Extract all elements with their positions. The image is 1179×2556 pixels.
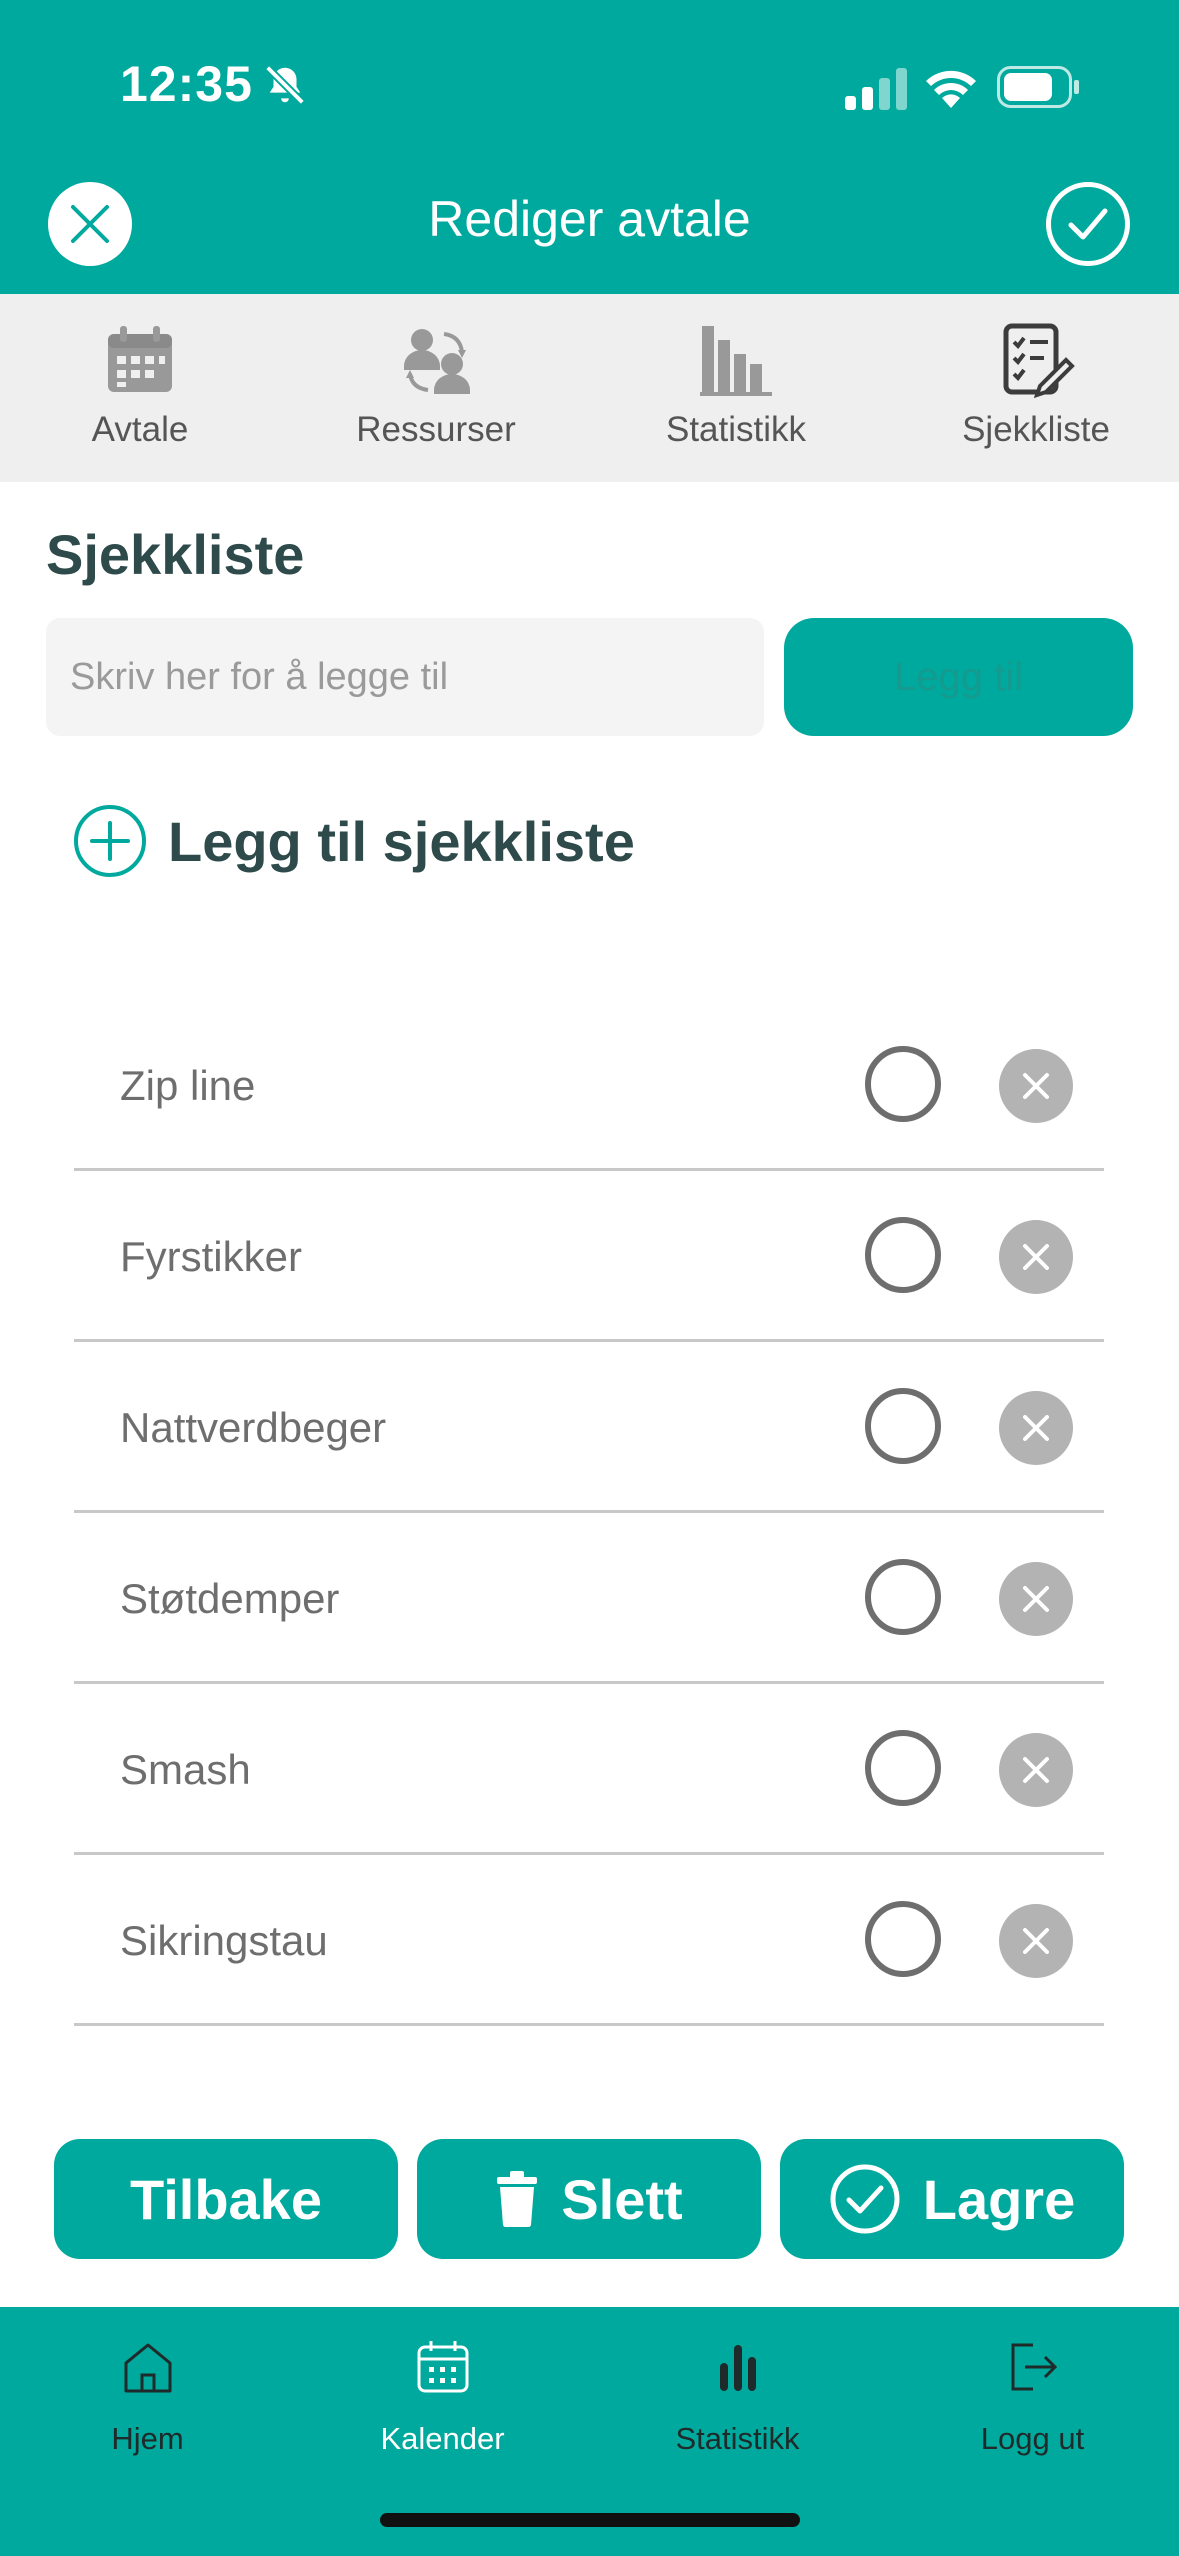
item-label: Zip line bbox=[120, 1062, 256, 1109]
item-label: Nattverdbeger bbox=[120, 1404, 387, 1451]
calendar-icon bbox=[417, 2341, 468, 2393]
close-icon bbox=[1023, 1415, 1049, 1441]
nav-label: Logg ut bbox=[980, 2421, 1085, 2456]
item-delete-button[interactable] bbox=[999, 1904, 1073, 1978]
list-item: Fyrstikker bbox=[74, 1171, 1104, 1342]
plus-circle-icon bbox=[74, 805, 146, 877]
item-label: Smash bbox=[120, 1746, 251, 1793]
confirm-button[interactable] bbox=[1046, 182, 1130, 266]
check-circle-icon bbox=[829, 2163, 901, 2235]
add-item-button[interactable]: Legg til bbox=[784, 618, 1133, 736]
wifi-icon bbox=[926, 70, 976, 108]
list-item: Smash bbox=[74, 1684, 1104, 1855]
checklist-icon bbox=[1003, 323, 1075, 399]
item-delete-button[interactable] bbox=[999, 1391, 1073, 1465]
item-delete-button[interactable] bbox=[999, 1562, 1073, 1636]
nav-label: Hjem bbox=[111, 2421, 184, 2456]
item-check-toggle[interactable] bbox=[865, 1559, 941, 1635]
nav-item-hjem[interactable]: Hjem bbox=[0, 2307, 295, 2507]
close-icon bbox=[1023, 1586, 1049, 1612]
tab-statistikk[interactable]: Statistikk bbox=[596, 294, 876, 482]
tab-sjekkliste[interactable]: Sjekkliste bbox=[896, 294, 1176, 482]
calendar-icon bbox=[108, 326, 172, 392]
nav-label: Statistikk bbox=[675, 2421, 800, 2456]
checklist-item-input[interactable] bbox=[46, 618, 764, 736]
back-button[interactable]: Tilbake bbox=[54, 2139, 398, 2259]
home-icon bbox=[124, 2343, 171, 2393]
item-check-toggle[interactable] bbox=[865, 1046, 941, 1122]
trash-icon bbox=[495, 2171, 539, 2227]
nav-item-statistikk[interactable]: Statistikk bbox=[590, 2307, 885, 2507]
item-check-toggle[interactable] bbox=[865, 1217, 941, 1293]
cellular-signal-icon bbox=[845, 68, 907, 110]
status-time: 12:35 bbox=[120, 56, 253, 112]
logout-icon bbox=[1011, 2343, 1057, 2391]
tab-bar: Avtale Ressurser Statistikk Sjekkliste bbox=[0, 294, 1179, 482]
item-check-toggle[interactable] bbox=[865, 1730, 941, 1806]
item-delete-button[interactable] bbox=[999, 1220, 1073, 1294]
close-icon bbox=[1023, 1757, 1049, 1783]
checklist-items: Zip line Fyrstikker Nattverdbeger Støtde… bbox=[74, 1000, 1104, 2026]
nav-item-kalender[interactable]: Kalender bbox=[295, 2307, 590, 2507]
section-title: Sjekkliste bbox=[46, 523, 305, 586]
tab-label: Sjekkliste bbox=[962, 410, 1110, 449]
item-label: Støtdemper bbox=[120, 1575, 340, 1622]
delete-button-label: Slett bbox=[561, 2167, 683, 2231]
close-icon bbox=[1023, 1073, 1049, 1099]
delete-button[interactable]: Slett bbox=[417, 2139, 761, 2259]
page-title: Rediger avtale bbox=[428, 191, 751, 247]
item-delete-button[interactable] bbox=[999, 1733, 1073, 1807]
list-item: Støtdemper bbox=[74, 1513, 1104, 1684]
resources-icon bbox=[404, 329, 470, 394]
item-check-toggle[interactable] bbox=[865, 1388, 941, 1464]
nav-label: Kalender bbox=[380, 2421, 505, 2456]
tab-avtale[interactable]: Avtale bbox=[0, 294, 280, 482]
tab-label: Avtale bbox=[91, 410, 189, 449]
add-checklist-button[interactable]: Legg til sjekkliste bbox=[74, 805, 635, 877]
item-check-toggle[interactable] bbox=[865, 1901, 941, 1977]
checkmark-icon bbox=[1068, 208, 1108, 240]
list-item: Sikringstau bbox=[74, 1855, 1104, 2026]
list-item: Nattverdbeger bbox=[74, 1342, 1104, 1513]
tab-label: Statistikk bbox=[665, 410, 807, 449]
tab-label: Ressurser bbox=[356, 410, 516, 449]
close-icon bbox=[1023, 1928, 1049, 1954]
app-header: 12:35 Rediger avtale bbox=[0, 0, 1179, 294]
home-indicator bbox=[380, 2513, 800, 2527]
save-button[interactable]: Lagre bbox=[780, 2139, 1124, 2259]
save-button-label: Lagre bbox=[922, 2167, 1076, 2231]
tab-ressurser[interactable]: Ressurser bbox=[296, 294, 576, 482]
item-delete-button[interactable] bbox=[999, 1049, 1073, 1123]
stats-icon bbox=[719, 2345, 756, 2391]
item-label: Fyrstikker bbox=[120, 1233, 302, 1280]
bar-chart-icon bbox=[700, 326, 772, 396]
add-checklist-label: Legg til sjekkliste bbox=[168, 809, 635, 873]
nav-item-logg-ut[interactable]: Logg ut bbox=[885, 2307, 1179, 2507]
close-icon bbox=[1023, 1244, 1049, 1270]
bell-muted-icon bbox=[265, 65, 305, 105]
list-item: Zip line bbox=[74, 1000, 1104, 1171]
back-button-label: Tilbake bbox=[130, 2167, 322, 2231]
item-label: Sikringstau bbox=[120, 1917, 328, 1964]
battery-icon bbox=[997, 66, 1079, 108]
